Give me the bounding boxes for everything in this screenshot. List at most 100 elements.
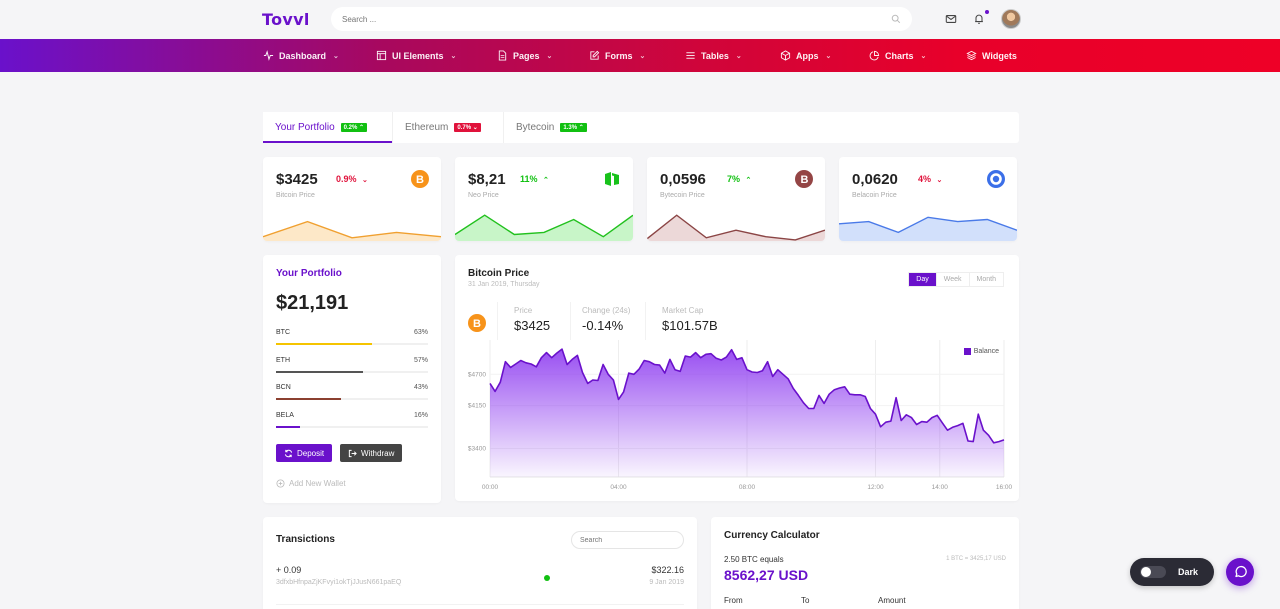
nav-item-pages[interactable]: Pages ⌄ — [497, 39, 552, 72]
nav-item-widgets[interactable]: Widgets — [966, 39, 1017, 72]
x-tick-label: 14:00 — [932, 484, 949, 491]
search-input[interactable] — [342, 14, 891, 24]
asset-progress — [276, 343, 428, 345]
neo-icon — [605, 172, 619, 186]
search-icon[interactable] — [891, 14, 901, 24]
asset-progress-fill — [276, 370, 363, 373]
transactions-card: Transictions + 0.09 3dfxbHfnpaZjKFvyi1ok… — [263, 517, 697, 609]
change-text: 11% — [520, 174, 538, 184]
portfolio-card: Your Portfolio $21,191 BTC 63% ETH 57% BCN… — [263, 255, 441, 503]
dark-mode-toggle[interactable]: Dark — [1130, 558, 1214, 586]
coin-tabs: Your Portfolio 0.2% ⌃ Ethereum 0.7% ⌄ Byteco… — [263, 112, 1019, 143]
layers-icon — [966, 50, 977, 61]
y-tick-label: $4150 — [468, 403, 486, 410]
refresh-icon — [284, 449, 293, 457]
asset-bela: BELA 16% — [276, 412, 428, 428]
change-text: 0.9% — [336, 174, 357, 184]
chevron-down-icon: ⌄ — [825, 52, 832, 60]
add-wallet-label: Add New Wallet — [289, 479, 346, 488]
withdraw-button[interactable]: Withdraw — [340, 444, 403, 462]
price-change: 11% ⌃ — [520, 174, 549, 184]
transaction-row[interactable]: + 0.09 3dfxbHfnpaZjKFvyi1okTjJJusN661paE… — [276, 565, 684, 605]
range-selector: Day Week Month — [908, 272, 1004, 287]
nav-label: Widgets — [982, 50, 1017, 61]
svg-text:B: B — [416, 174, 424, 186]
transactions-title: Transictions — [276, 534, 335, 545]
user-avatar[interactable] — [1001, 9, 1021, 29]
price-label: Bytecoin Price — [660, 192, 705, 199]
x-tick-label: 00:00 — [482, 484, 499, 491]
deposit-button[interactable]: Deposit — [276, 444, 333, 462]
app-logo[interactable]: Tovvl — [262, 10, 310, 29]
bell-icon[interactable] — [973, 10, 989, 26]
asset-percent: 57% — [413, 356, 428, 364]
dark-mode-label: Dark — [1178, 567, 1199, 577]
stat-label: Change (24s) — [582, 306, 631, 315]
transaction-value: $322.16 — [651, 565, 684, 575]
change-text: 4% — [918, 174, 932, 184]
nav-item-tables[interactable]: Tables ⌄ — [685, 39, 742, 72]
sparkline — [455, 214, 633, 241]
bitcoin-price-card: Bitcoin Price 31 Jan 2019, Thursday Day W… — [455, 255, 1019, 501]
svg-text:B: B — [801, 174, 809, 186]
chat-button[interactable] — [1226, 558, 1254, 586]
y-tick-label: $4700 — [468, 371, 486, 378]
asset-progress-fill — [276, 343, 372, 345]
change-badge: 0.2% ⌃ — [340, 123, 368, 132]
stat-value: $101.57B — [662, 318, 718, 333]
log-out-icon — [348, 449, 357, 457]
search-bar[interactable] — [331, 7, 912, 31]
nav-item-apps[interactable]: Apps ⌄ — [780, 39, 831, 72]
asset-btc: BTC 63% — [276, 329, 428, 345]
toggle-switch[interactable] — [1140, 566, 1166, 578]
transactions-search[interactable] — [571, 531, 684, 549]
price-value: 0,0596 — [660, 171, 706, 188]
nav-item-dashboard[interactable]: Dashboard ⌄ — [263, 39, 339, 72]
price-card-belacoin-price: 0,0620 4% ⌄ Belacoin Price — [839, 157, 1017, 241]
x-tick-label: 16:00 — [996, 484, 1013, 491]
price-card-bitcoin-price: $3425 0.9% ⌄ Bitcoin Price B — [263, 157, 441, 241]
balance-chart: 00:00 04:00 08:00 12:00 14:00 16:00 $3400 $4150… — [468, 340, 1013, 491]
asset-percent: 63% — [413, 329, 428, 336]
nav-item-forms[interactable]: Forms ⌄ — [589, 39, 645, 72]
asset-percent: 43% — [413, 384, 428, 391]
tab-your-portfolio[interactable]: Your Portfolio 0.2% ⌃ — [263, 112, 392, 143]
range-week[interactable]: Week — [937, 273, 970, 286]
price-value: 0,0620 — [852, 171, 898, 188]
tab-bytecoin[interactable]: Bytecoin 1.3% ⌃ — [504, 112, 611, 143]
divider — [497, 302, 498, 340]
nav-label: Charts — [885, 50, 914, 61]
price-card-bytecoin-price: 0,0596 7% ⌃ Bytecoin Price B — [647, 157, 825, 241]
mail-icon[interactable] — [945, 12, 959, 26]
chevron-down-icon: ⌄ — [362, 177, 368, 184]
to-label: To — [801, 596, 810, 605]
range-month[interactable]: Month — [970, 273, 1003, 286]
sparkline — [263, 220, 441, 241]
stat-market-cap: Market Cap $101.57B — [662, 306, 718, 333]
top-bar: Tovvl — [0, 0, 1280, 39]
sparkline-area — [647, 215, 825, 241]
asset-name: BTC — [276, 329, 290, 336]
x-tick-label: 12:00 — [867, 484, 884, 491]
bitcoin-panel-date: 31 Jan 2019, Thursday — [468, 281, 540, 288]
transaction-amount: + 0.09 — [276, 565, 302, 575]
range-day[interactable]: Day — [909, 273, 937, 286]
stat-value: $3425 — [514, 318, 551, 333]
chevron-down-icon: ⌄ — [920, 52, 927, 60]
divider — [645, 302, 646, 340]
stat-label: Market Cap — [662, 306, 704, 315]
belacoin-icon — [987, 170, 1005, 188]
nav-item-charts[interactable]: Charts ⌄ — [869, 39, 926, 72]
nav-item-ui-elements[interactable]: UI Elements ⌄ — [376, 39, 456, 72]
transaction-hash: 3dfxbHfnpaZjKFvyi1okTjJJusN661paEQ — [276, 579, 402, 586]
currency-calculator-card: Currency Calculator 2.50 BTC equals 1 BT… — [711, 517, 1019, 609]
stat-label: Price — [514, 306, 533, 315]
change-text: 7% — [727, 174, 741, 184]
asset-progress-fill — [276, 425, 301, 428]
transactions-search-input[interactable] — [580, 536, 675, 544]
add-wallet-link[interactable]: Add New Wallet — [276, 479, 346, 488]
tab-ethereum[interactable]: Ethereum 0.7% ⌄ — [393, 112, 503, 143]
asset-progress — [276, 398, 428, 400]
x-tick-label: 08:00 — [739, 484, 756, 491]
asset-progress — [276, 425, 428, 428]
